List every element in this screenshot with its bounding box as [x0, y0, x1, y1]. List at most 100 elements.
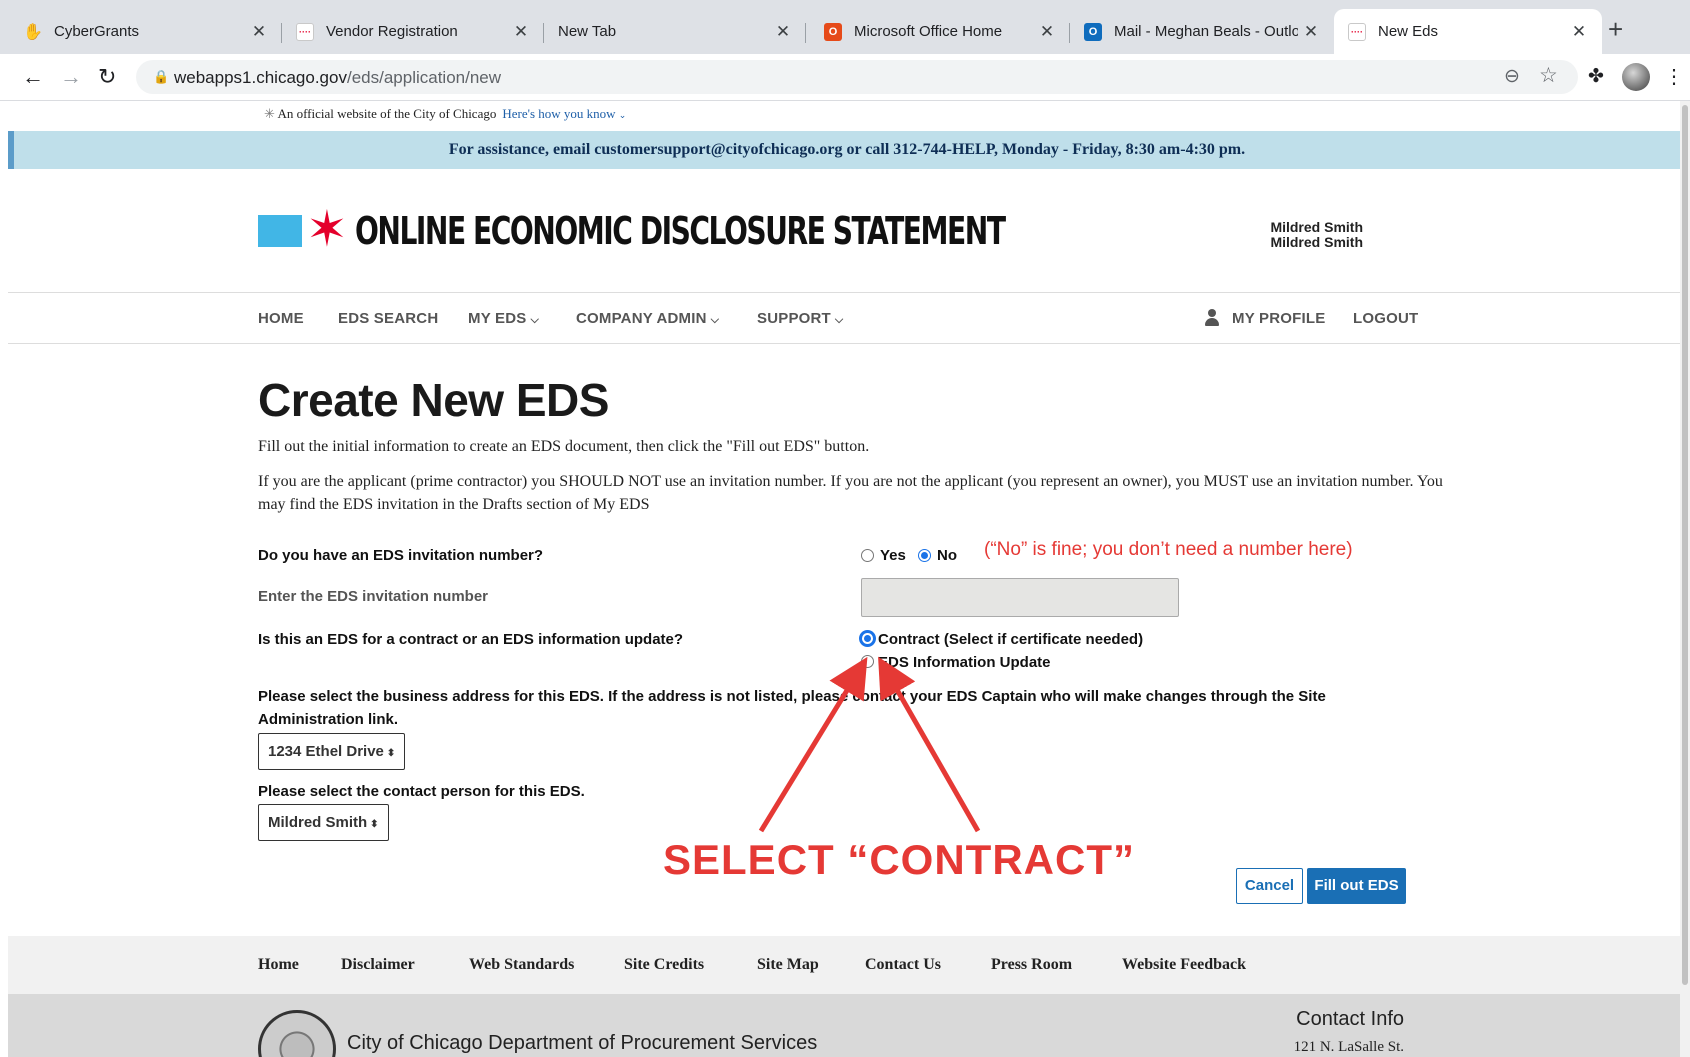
assistance-banner: For assistance, email customersupport@ci… [8, 131, 1680, 169]
invitation-question: Do you have an EDS invitation number? [258, 547, 544, 564]
contact-question: Please select the contact person for thi… [258, 783, 585, 800]
contract-label[interactable]: Contract (Select if certificate needed) [878, 631, 1143, 648]
official-site-notice: ✳ An official website of the City of Chi… [264, 106, 626, 122]
city-seal-icon [258, 1010, 336, 1057]
footer-link-contact-us[interactable]: Contact Us [865, 956, 941, 974]
url-host: webapps1.chicago.gov [174, 68, 347, 87]
tab-label: CyberGrants [54, 23, 140, 40]
chicago-flag-icon: ···· [1348, 22, 1366, 41]
footer-link-website-feedback[interactable]: Website Feedback [1122, 956, 1246, 974]
how-you-know-link[interactable]: Here's how you know ⌄ [502, 106, 626, 121]
cancel-button[interactable]: Cancel [1236, 868, 1303, 904]
url-text[interactable]: webapps1.chicago.gov/eds/application/new [174, 68, 501, 88]
main-nav: HOME EDS SEARCH MY EDS ⌵ COMPANY ADMIN ⌵ S… [8, 292, 1680, 344]
fill-out-eds-button[interactable]: Fill out EDS [1307, 868, 1406, 904]
contact-select[interactable]: Mildred Smith ⬍ [258, 804, 389, 841]
tab-label: Microsoft Office Home [854, 23, 1003, 40]
address-question: Please select the business address for t… [258, 688, 1326, 728]
nav-eds-search[interactable]: EDS SEARCH [338, 310, 438, 327]
browser-tab-cybergrants[interactable]: ✋ CyberGrants ✕ [0, 9, 282, 54]
footer-link-site-map[interactable]: Site Map [757, 956, 819, 974]
nav-support[interactable]: SUPPORT ⌵ [757, 310, 843, 327]
close-tab-icon[interactable]: ✕ [770, 22, 796, 42]
nav-logout[interactable]: LOGOUT [1353, 310, 1418, 327]
forward-arrow-icon[interactable]: → [60, 63, 82, 91]
asterisk-icon: ✳ [264, 106, 278, 121]
url-path: /eds/application/new [346, 68, 502, 87]
select-contract-annotation: SELECT “CONTRACT” [663, 836, 1135, 883]
address-select-value: 1234 Ethel Drive [268, 743, 384, 760]
intro-text: Fill out the initial information to crea… [258, 438, 870, 455]
nav-my-eds-label: MY EDS [468, 310, 527, 327]
page-scrollbar[interactable] [1680, 101, 1690, 1057]
official-text: An official website of the City of Chica… [277, 106, 497, 121]
contact-heading: Contact Info [1296, 1008, 1404, 1030]
tab-label: New Eds [1378, 23, 1439, 40]
department-name: City of Chicago Department of Procuremen… [347, 1032, 818, 1054]
eds-update-label[interactable]: EDS Information Update [878, 654, 1051, 671]
chicago-star-icon: ✶ [306, 201, 348, 257]
chicago-flag-icon: ···· [296, 22, 314, 41]
footer-link-site-credits[interactable]: Site Credits [624, 956, 704, 974]
contact-address: 121 N. LaSalle St. [1293, 1039, 1404, 1055]
outlook-icon: O [1084, 22, 1102, 41]
scrollbar-thumb[interactable] [1682, 105, 1688, 985]
nav-home[interactable]: HOME [258, 310, 304, 327]
contract-radio[interactable] [861, 632, 874, 645]
chevron-down-icon: ⌄ [618, 110, 627, 120]
extensions-puzzle-icon[interactable]: ✤ [1588, 63, 1604, 91]
nav-company-admin[interactable]: COMPANY ADMIN ⌵ [576, 310, 719, 327]
site-title: ONLINE ECONOMIC DISCLOSURE STATEMENT [355, 209, 1006, 253]
invitation-yes-label[interactable]: Yes [880, 547, 906, 564]
chevron-down-icon: ⌵ [710, 314, 720, 326]
close-tab-icon[interactable]: ✕ [1298, 22, 1324, 42]
address-bar[interactable]: 🔒 webapps1.chicago.gov/eds/application/n… [136, 60, 1578, 94]
browser-tab-vendor-registration[interactable]: ···· Vendor Registration ✕ [282, 9, 544, 54]
zoom-icon[interactable]: ⊖ [1504, 65, 1520, 88]
nav-support-label: SUPPORT [757, 310, 831, 327]
cybergrants-icon: ✋ [23, 23, 43, 41]
close-tab-icon[interactable]: ✕ [246, 22, 272, 42]
chevron-down-icon: ⌵ [530, 314, 539, 326]
browser-menu-icon[interactable]: ⋮ [1664, 63, 1684, 91]
invitation-yes-radio[interactable] [861, 549, 874, 562]
lock-icon[interactable]: 🔒 [153, 69, 169, 85]
invitation-number-input[interactable] [861, 578, 1179, 617]
nav-my-eds[interactable]: MY EDS ⌵ [468, 310, 539, 327]
address-select[interactable]: 1234 Ethel Drive ⬍ [258, 733, 406, 770]
close-tab-icon[interactable]: ✕ [1034, 22, 1060, 42]
nav-my-profile[interactable]: MY PROFILE [1232, 310, 1325, 327]
select-updown-icon: ⬍ [370, 819, 379, 830]
browser-tab-new-tab[interactable]: New Tab ✕ [544, 9, 806, 54]
invitation-no-label[interactable]: No [937, 547, 957, 564]
close-tab-icon[interactable]: ✕ [1566, 22, 1592, 42]
eds-update-radio[interactable] [861, 655, 874, 668]
web-page: ✳ An official website of the City of Chi… [8, 101, 1680, 1057]
contact-select-value: Mildred Smith [268, 814, 368, 831]
instructions-text: If you are the applicant (prime contract… [258, 473, 1443, 513]
browser-tab-new-eds[interactable]: ···· New Eds ✕ [1334, 9, 1602, 54]
browser-tab-office[interactable]: O Microsoft Office Home ✕ [806, 9, 1070, 54]
new-tab-plus-icon[interactable]: + [1608, 16, 1623, 42]
back-arrow-icon[interactable]: ← [22, 63, 44, 91]
close-tab-icon[interactable]: ✕ [508, 22, 534, 42]
profile-avatar[interactable] [1622, 63, 1650, 91]
chevron-down-icon: ⌵ [834, 314, 844, 326]
bookmark-star-icon[interactable]: ☆ [1539, 63, 1558, 88]
footer-link-disclaimer[interactable]: Disclaimer [341, 956, 415, 974]
eds-type-question: Is this an EDS for a contract or an EDS … [258, 631, 684, 648]
tab-label: Vendor Registration [326, 23, 458, 40]
chicago-flag-blue-block [258, 215, 302, 247]
tab-label: New Tab [558, 23, 617, 40]
footer-info: City of Chicago Department of Procuremen… [8, 994, 1680, 1057]
tab-label: Mail - Meghan Beals - Outlo [1114, 23, 1298, 40]
invitation-no-radio[interactable] [918, 549, 931, 562]
footer-link-web-standards[interactable]: Web Standards [469, 956, 574, 974]
footer-link-home[interactable]: Home [258, 956, 299, 974]
reload-icon[interactable]: ↻ [98, 63, 116, 91]
user-name-line-1: Mildred Smith [1270, 219, 1363, 235]
footer-link-press-room[interactable]: Press Room [991, 956, 1072, 974]
no-annotation-note: (“No” is fine; you don’t need a number h… [984, 539, 1353, 560]
browser-tab-outlook[interactable]: O Mail - Meghan Beals - Outlo ✕ [1070, 9, 1334, 54]
nav-company-admin-label: COMPANY ADMIN [576, 310, 707, 327]
